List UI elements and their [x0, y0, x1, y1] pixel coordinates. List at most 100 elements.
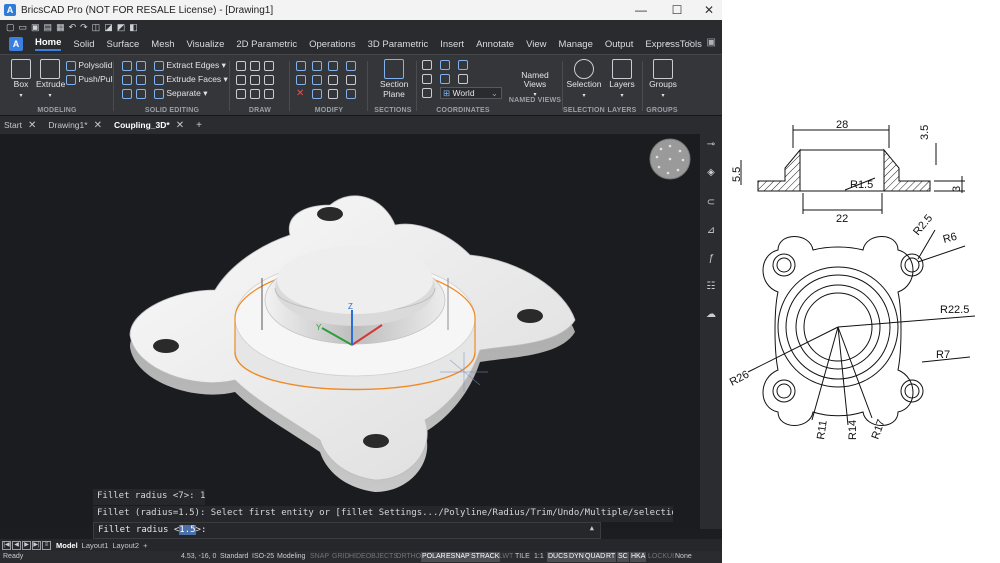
- status-dim-style[interactable]: ISO-25: [251, 552, 275, 562]
- solid-editing-label[interactable]: SOLID EDITING: [116, 107, 228, 114]
- layers-button[interactable]: Layers ▾: [608, 59, 636, 99]
- ucs-button[interactable]: [422, 59, 432, 70]
- offset-button[interactable]: [312, 74, 322, 85]
- panel-toggle-icon[interactable]: ▣: [707, 37, 716, 48]
- status-sc[interactable]: SC: [617, 552, 629, 562]
- section-plane-button[interactable]: Section Plane: [380, 59, 408, 99]
- solid-edit-tool-1[interactable]: [122, 60, 132, 71]
- next-layout-icon[interactable]: ▶: [22, 540, 31, 550]
- named-views-button[interactable]: Named Views ▾: [514, 71, 556, 100]
- match-icon[interactable]: ◩: [117, 21, 126, 33]
- layers-panel-icon[interactable]: ◈: [704, 166, 718, 180]
- groups-button[interactable]: Groups ▾: [648, 59, 678, 99]
- undo-icon[interactable]: ↶: [69, 21, 77, 33]
- modify-label[interactable]: MODIFY: [292, 107, 366, 114]
- pan-icon[interactable]: ◫: [92, 21, 101, 33]
- status-ortho[interactable]: ORTHO: [395, 552, 422, 562]
- model-viewport[interactable]: Z Y: [0, 134, 700, 529]
- tab-home[interactable]: Home: [35, 37, 62, 51]
- circle-button[interactable]: [264, 74, 274, 85]
- structure-icon[interactable]: ☷: [704, 280, 718, 294]
- chevron-down-icon[interactable]: ⌄: [665, 37, 673, 48]
- fillet-button[interactable]: [346, 74, 356, 85]
- polygon-button[interactable]: [236, 88, 246, 99]
- coordinates-label[interactable]: COORDINATES: [418, 107, 508, 114]
- separate-button[interactable]: Separate ▾: [154, 88, 208, 99]
- add-layout-icon[interactable]: +: [143, 541, 147, 550]
- command-input[interactable]: Fillet radius <1.5>: ▲: [93, 522, 601, 539]
- extrude-faces-button[interactable]: Extrude Faces ▾: [154, 74, 228, 85]
- tab-output[interactable]: Output: [605, 39, 634, 50]
- trim-button[interactable]: [328, 74, 338, 85]
- mirror-button[interactable]: [296, 74, 306, 85]
- status-hideobjects[interactable]: HIDEOBJECTS: [348, 552, 399, 562]
- attach-icon[interactable]: ⊂: [704, 196, 718, 210]
- ucs-y-button[interactable]: [440, 73, 450, 84]
- drawing-explorer-icon[interactable]: ⊿: [704, 224, 718, 238]
- solid-edit-tool-3[interactable]: [122, 74, 132, 85]
- app-menu-icon[interactable]: A: [9, 37, 23, 51]
- tab-solid[interactable]: Solid: [73, 39, 94, 50]
- tab-start[interactable]: Start: [4, 120, 22, 130]
- polyline-button[interactable]: [250, 60, 260, 71]
- tab-coupling-3d[interactable]: Coupling_3D*: [114, 120, 170, 130]
- status-strack[interactable]: STRACK: [470, 552, 501, 562]
- ucs-select[interactable]: ⊞ World ⌄: [440, 87, 502, 99]
- scale-button[interactable]: [312, 88, 322, 99]
- status-snap[interactable]: SNAP: [309, 552, 330, 562]
- ucs-origin-button[interactable]: [440, 59, 450, 70]
- tab-model[interactable]: Model: [56, 541, 78, 550]
- ucs-3point-button[interactable]: [458, 59, 468, 70]
- join-button[interactable]: [346, 88, 356, 99]
- ucs-x-button[interactable]: [422, 73, 432, 84]
- ellipse-button[interactable]: [264, 88, 274, 99]
- coupling-3d-model[interactable]: Z Y: [0, 134, 700, 529]
- copy-button[interactable]: [328, 60, 338, 71]
- last-layout-icon[interactable]: ▶|: [32, 540, 41, 550]
- array-button[interactable]: [346, 60, 356, 71]
- push-pull-button[interactable]: Push/Pull: [66, 74, 114, 85]
- tab-mesh[interactable]: Mesh: [151, 39, 174, 50]
- status-scale[interactable]: 1:1: [533, 552, 545, 562]
- tab-layout2[interactable]: Layout2: [112, 541, 139, 550]
- tab-3d-parametric[interactable]: 3D Parametric: [368, 39, 429, 50]
- search-icon[interactable]: ⌕: [687, 37, 693, 48]
- polysolid-button[interactable]: Polysolid: [66, 60, 112, 71]
- layout-list-icon[interactable]: ≡: [42, 540, 51, 550]
- open-icon[interactable]: ▭: [19, 21, 28, 33]
- status-tile[interactable]: TILE: [514, 552, 531, 562]
- tab-layout1[interactable]: Layout1: [82, 541, 109, 550]
- chevron-up-icon[interactable]: ▲: [590, 524, 594, 532]
- extract-edges-button[interactable]: Extract Edges ▾: [154, 60, 226, 71]
- tab-2d-parametric[interactable]: 2D Parametric: [236, 39, 297, 50]
- sections-label[interactable]: SECTIONS: [370, 107, 416, 114]
- layers-label[interactable]: LAYERS: [604, 107, 640, 114]
- properties-panel-icon[interactable]: ⊸: [704, 138, 718, 152]
- status-polar[interactable]: POLAR: [421, 552, 447, 562]
- save-as-icon[interactable]: ▤: [44, 21, 53, 33]
- solid-edit-tool-2[interactable]: [136, 60, 146, 71]
- tab-surface[interactable]: Surface: [107, 39, 140, 50]
- solid-edit-tool-6[interactable]: [136, 88, 146, 99]
- maximize-button[interactable]: ☐: [660, 0, 694, 20]
- groups-label[interactable]: GROUPS: [644, 107, 680, 114]
- status-dyn[interactable]: DYN: [568, 552, 585, 562]
- named-views-label[interactable]: NAMED VIEWS: [508, 97, 562, 104]
- status-esnap[interactable]: ESNAP: [445, 552, 471, 562]
- arc-button[interactable]: [236, 60, 246, 71]
- selection-button[interactable]: Selection ▾: [566, 59, 602, 99]
- print-icon[interactable]: ▦: [56, 21, 65, 33]
- function-icon[interactable]: ƒ: [704, 252, 718, 266]
- box-button[interactable]: Box ▾: [10, 59, 32, 99]
- close-button[interactable]: ✕: [692, 0, 722, 20]
- minimize-button[interactable]: —: [624, 0, 658, 20]
- status-quad[interactable]: QUAD: [584, 552, 607, 562]
- close-icon[interactable]: ✕: [28, 120, 36, 131]
- save-icon[interactable]: ▣: [31, 21, 40, 33]
- rotate-button[interactable]: [312, 60, 322, 71]
- status-lockui[interactable]: LOCKUI: [647, 552, 675, 562]
- tab-visualize[interactable]: Visualize: [187, 39, 225, 50]
- solid-edit-tool-5[interactable]: [122, 88, 132, 99]
- line-button[interactable]: [250, 74, 260, 85]
- move-button[interactable]: [296, 60, 306, 71]
